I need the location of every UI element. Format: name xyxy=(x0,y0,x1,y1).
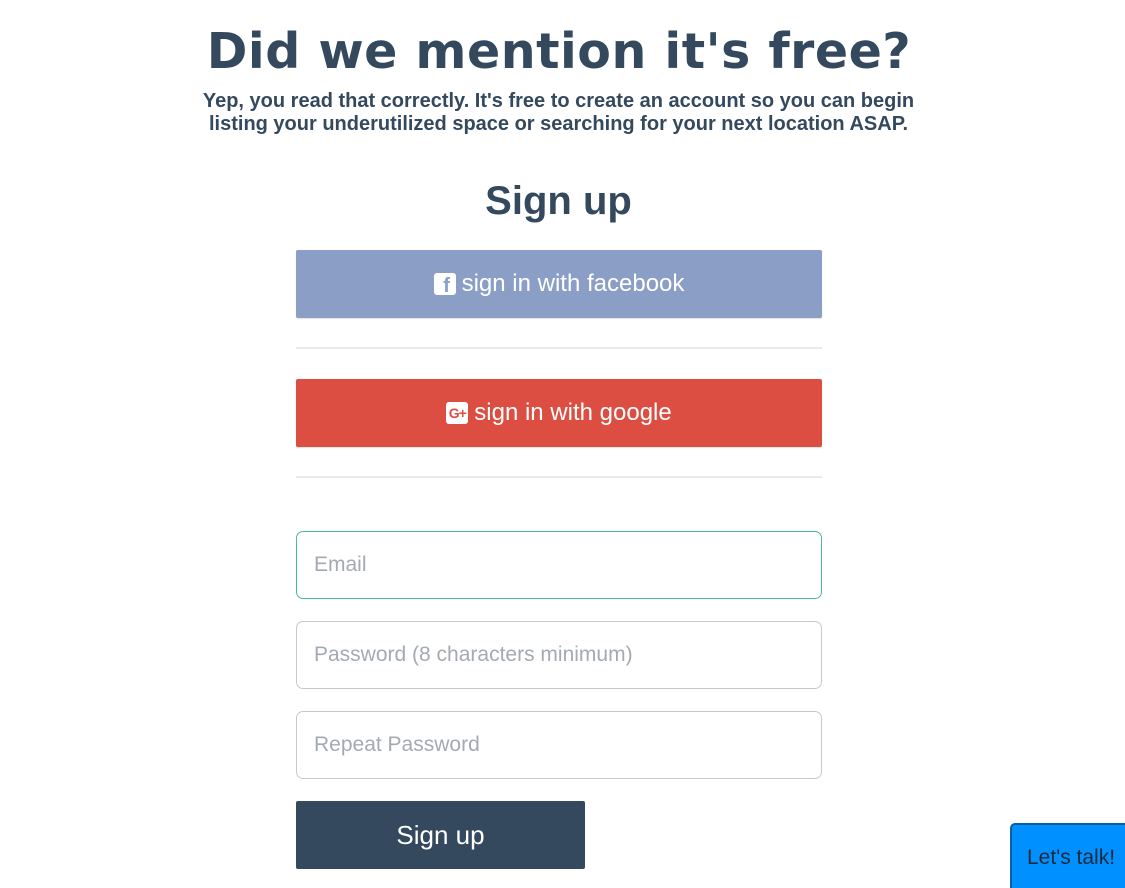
password-field[interactable] xyxy=(296,621,822,689)
hero-subtitle-line-1: Yep, you read that correctly. It's free … xyxy=(202,90,915,112)
signup-page: Did we mention it's free? Yep, you read … xyxy=(0,0,1125,888)
repeat-password-field[interactable] xyxy=(296,711,822,779)
signup-title: Sign up xyxy=(485,179,632,223)
hero-subtitle: Yep, you read that correctly. It's free … xyxy=(0,90,1117,136)
facebook-signin-label: sign in with facebook xyxy=(461,270,685,297)
hero-title: Did we mention it's free? xyxy=(206,23,912,80)
google-signin-button[interactable]: G+ sign in with google xyxy=(296,379,822,447)
chat-launcher-button[interactable]: Let's talk! xyxy=(1010,823,1125,888)
signup-submit-button[interactable]: Sign up xyxy=(296,801,585,869)
hero-subtitle-line-2: listing your underutilized space or sear… xyxy=(208,113,909,135)
divider xyxy=(296,476,822,478)
google-plus-icon: G+ xyxy=(446,402,469,424)
divider xyxy=(296,347,822,349)
email-field[interactable] xyxy=(296,531,822,599)
google-signin-label: sign in with google xyxy=(474,399,672,426)
facebook-icon: f xyxy=(433,273,456,296)
facebook-signin-button[interactable]: f sign in with facebook xyxy=(296,250,822,318)
